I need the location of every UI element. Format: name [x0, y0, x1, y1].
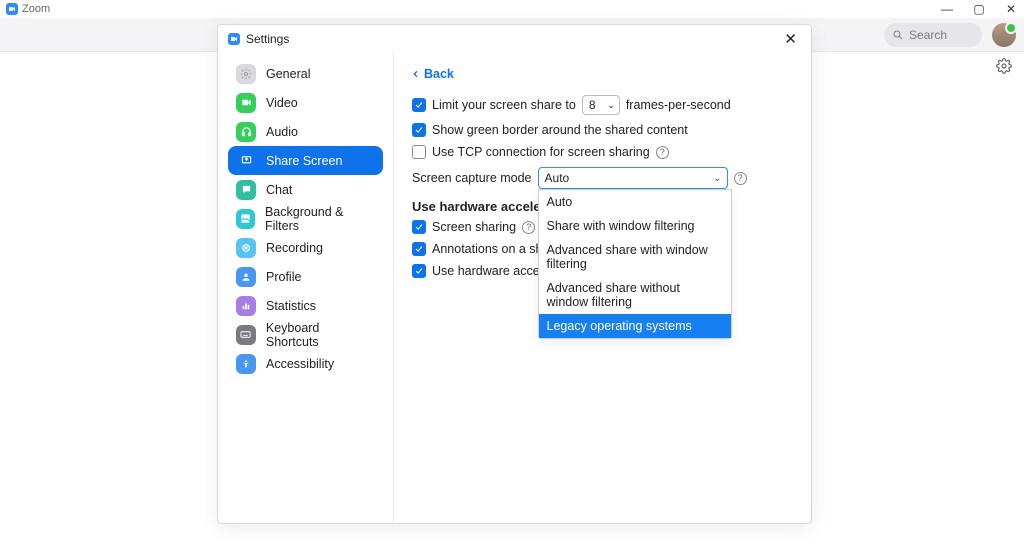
accessibility-icon — [236, 354, 256, 374]
help-icon[interactable]: ? — [734, 172, 747, 185]
capture-mode-label: Screen capture mode — [412, 171, 532, 185]
settings-close-button[interactable]: ✕ — [780, 28, 801, 50]
zoom-app-icon — [6, 3, 18, 15]
avatar[interactable] — [992, 23, 1016, 47]
sidebar-item-recording[interactable]: Recording — [228, 233, 383, 262]
sidebar-item-label: Audio — [266, 125, 298, 139]
green-border-label: Show green border around the shared cont… — [432, 123, 688, 137]
sidebar-item-audio[interactable]: Audio — [228, 117, 383, 146]
keyboard-icon — [236, 325, 256, 345]
capture-mode-option[interactable]: Advanced share with window filtering — [539, 238, 731, 276]
share-screen-icon — [236, 151, 256, 171]
capture-mode-option[interactable]: Share with window filtering — [539, 214, 731, 238]
settings-gear-icon[interactable] — [996, 58, 1012, 79]
sidebar-item-label: General — [266, 67, 310, 81]
checkbox-hw-anno[interactable] — [412, 242, 426, 256]
sidebar-item-label: Video — [266, 96, 298, 110]
sidebar-item-label: Keyboard Shortcuts — [266, 321, 375, 349]
capture-mode-option[interactable]: Legacy operating systems — [539, 314, 731, 338]
settings-content: Back Limit your screen share to 8 ⌄ fram… — [394, 53, 811, 523]
sidebar-item-label: Profile — [266, 270, 301, 284]
sidebar-item-statistics[interactable]: Statistics — [228, 291, 383, 320]
search-icon — [892, 29, 904, 41]
checkbox-hw-video[interactable] — [412, 264, 426, 278]
background-icon — [236, 209, 255, 229]
window-minimize-button[interactable]: — — [940, 2, 954, 16]
chat-icon — [236, 180, 256, 200]
record-icon — [236, 238, 256, 258]
checkbox-hw-screen[interactable] — [412, 220, 426, 234]
window-close-button[interactable]: ✕ — [1004, 2, 1018, 16]
checkbox-green-border[interactable] — [412, 123, 426, 137]
sidebar-item-accessibility[interactable]: Accessibility — [228, 349, 383, 378]
fps-select[interactable]: 8 ⌄ — [582, 95, 620, 115]
sidebar-item-label: Background & Filters — [265, 205, 375, 233]
video-icon — [236, 93, 256, 113]
sidebar-item-label: Statistics — [266, 299, 316, 313]
back-button[interactable]: Back — [412, 67, 454, 81]
sidebar-item-profile[interactable]: Profile — [228, 262, 383, 291]
checkbox-tcp[interactable] — [412, 145, 426, 159]
settings-dialog: Settings ✕ General Video Aud — [217, 24, 812, 524]
search-input[interactable]: Search — [884, 23, 982, 47]
gear-icon — [236, 64, 256, 84]
capture-mode-option[interactable]: Auto — [539, 190, 731, 214]
headphones-icon — [236, 122, 256, 142]
window-title: Zoom — [22, 3, 50, 15]
sidebar-item-video[interactable]: Video — [228, 88, 383, 117]
settings-sidebar: General Video Audio Share Screen — [218, 53, 394, 523]
sidebar-item-label: Chat — [266, 183, 292, 197]
sidebar-item-keyboard-shortcuts[interactable]: Keyboard Shortcuts — [228, 320, 383, 349]
checkbox-limit-fps[interactable] — [412, 98, 426, 112]
sidebar-item-label: Share Screen — [266, 154, 342, 168]
capture-mode-dropdown: Auto Share with window filtering Advance… — [538, 189, 732, 339]
search-placeholder: Search — [909, 28, 947, 42]
help-icon[interactable]: ? — [522, 221, 535, 234]
capture-mode-select[interactable]: Auto ⌄ Auto Share with window filtering … — [538, 167, 728, 189]
limit-fps-prefix: Limit your screen share to — [432, 98, 576, 112]
limit-fps-suffix: frames-per-second — [626, 98, 731, 112]
sidebar-item-background-filters[interactable]: Background & Filters — [228, 204, 383, 233]
capture-mode-value: Auto — [545, 171, 570, 185]
settings-dialog-title: Settings — [246, 32, 289, 46]
hw-screen-label: Screen sharing — [432, 220, 516, 234]
settings-dialog-icon — [228, 33, 240, 45]
chevron-left-icon — [412, 69, 420, 79]
sidebar-item-label: Recording — [266, 241, 323, 255]
chevron-down-icon: ⌄ — [713, 173, 721, 184]
profile-icon — [236, 267, 256, 287]
window-maximize-button[interactable]: ▢ — [972, 2, 986, 16]
tcp-label: Use TCP connection for screen sharing — [432, 145, 650, 159]
statistics-icon — [236, 296, 256, 316]
capture-mode-option[interactable]: Advanced share without window filtering — [539, 276, 731, 314]
sidebar-item-general[interactable]: General — [228, 59, 383, 88]
sidebar-item-chat[interactable]: Chat — [228, 175, 383, 204]
window-titlebar: Zoom — ▢ ✕ — [0, 0, 1024, 18]
sidebar-item-share-screen[interactable]: Share Screen — [228, 146, 383, 175]
help-icon[interactable]: ? — [656, 146, 669, 159]
chevron-down-icon: ⌄ — [607, 100, 615, 111]
fps-select-value: 8 — [589, 98, 596, 112]
back-label: Back — [424, 67, 454, 81]
sidebar-item-label: Accessibility — [266, 357, 334, 371]
